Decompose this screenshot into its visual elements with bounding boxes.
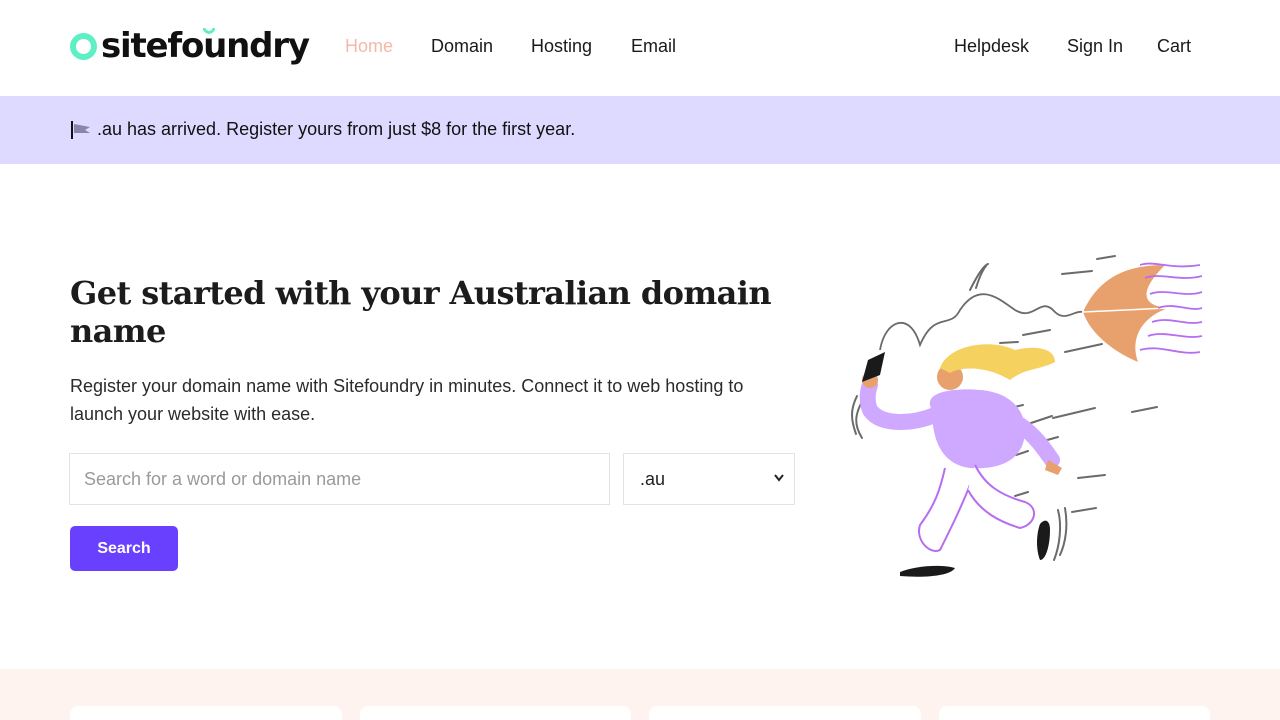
logo-smile-icon [203, 28, 215, 34]
feature-card[interactable] [939, 706, 1210, 720]
nav-hosting[interactable]: Hosting [531, 36, 592, 57]
site-header: sitefoundry Home Domain Hosting Email He… [0, 0, 1280, 96]
nav-sign-in[interactable]: Sign In [1067, 36, 1123, 57]
feature-card[interactable] [70, 706, 342, 720]
domain-search-input[interactable] [69, 453, 610, 505]
nav-home[interactable]: Home [345, 36, 393, 57]
announcement-banner: .au has arrived. Register yours from jus… [0, 96, 1280, 164]
hero-title: Get started with your Australian domain … [70, 274, 772, 350]
search-button[interactable]: Search [70, 526, 178, 571]
logo-ring-icon [70, 32, 97, 60]
tld-selected-value: .au [640, 468, 666, 489]
nav-cart[interactable]: Cart [1157, 36, 1191, 57]
flag-icon [71, 121, 90, 139]
hero-description: Register your domain name with Sitefound… [70, 376, 744, 424]
nav-email[interactable]: Email [631, 36, 676, 57]
nav-domain[interactable]: Domain [431, 36, 493, 57]
feature-card[interactable] [649, 706, 921, 720]
woman-with-umbrella-in-wind-illustration [851, 255, 1203, 577]
banner-text: .au has arrived. Register yours from jus… [97, 119, 576, 139]
tld-select[interactable]: .au [623, 453, 795, 505]
feature-card[interactable] [360, 706, 631, 720]
nav-helpdesk[interactable]: Helpdesk [954, 36, 1029, 57]
chevron-down-icon [774, 474, 784, 482]
sitefoundry-logo[interactable]: sitefoundry [70, 26, 310, 66]
